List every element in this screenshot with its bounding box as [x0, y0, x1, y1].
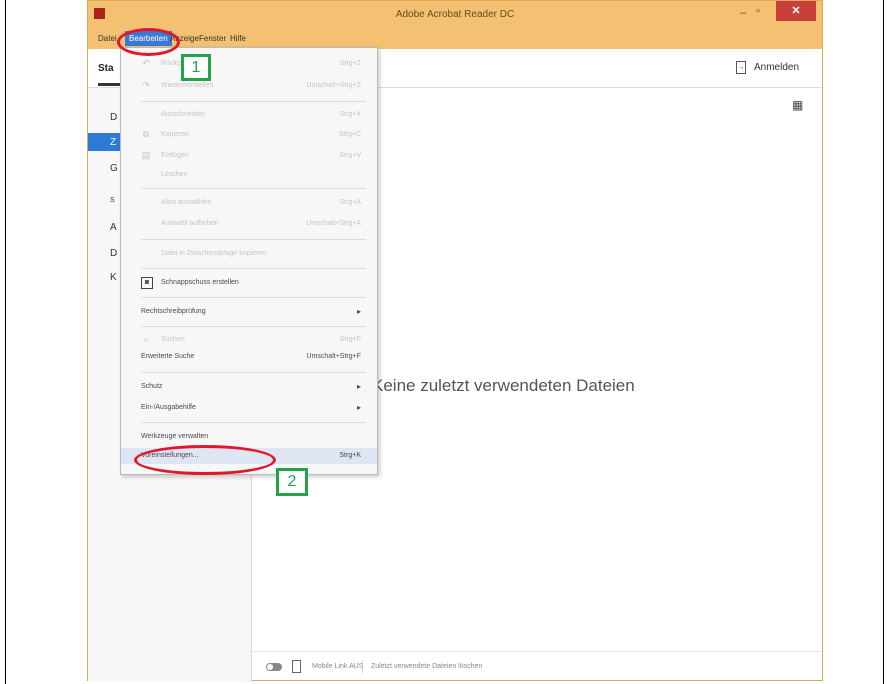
menu-item-label: Schutz: [141, 383, 163, 390]
bearbeiten-menu: ↶ Rückgängig Strg+Z ↷ Wiederherstellen U…: [120, 47, 378, 475]
menu-separator: [141, 326, 366, 327]
menu-item-shortcut: Strg+V: [339, 152, 361, 159]
menu-item-accessibility[interactable]: Ein-/Ausgabehilfe ▸: [121, 401, 377, 415]
paste-icon: ▤: [141, 150, 151, 160]
undo-icon: ↶: [142, 58, 150, 68]
menu-separator: [141, 422, 366, 423]
submenu-arrow-icon: ▸: [356, 403, 361, 412]
menu-hilfe[interactable]: Hilfe: [230, 34, 246, 43]
menu-item-label: Schnappschuss erstellen: [161, 279, 239, 286]
title-bar: Adobe Acrobat Reader DC – ▫ ✕: [88, 1, 822, 29]
menu-item-label: Suchen: [161, 336, 185, 343]
redo-icon: ↷: [142, 80, 150, 90]
frame-left-line: [5, 0, 6, 684]
menu-separator: [141, 372, 366, 373]
menu-item-search[interactable]: ⌕ Suchen Strg+F: [121, 333, 377, 347]
menu-item-label: Kopieren: [161, 131, 190, 138]
menu-item-deselect-all[interactable]: Auswahl aufheben Umschalt+Strg+A: [121, 217, 377, 231]
mobile-device-icon: [292, 660, 301, 673]
menu-item-advanced-search[interactable]: Erweiterte Suche Umschalt+Strg+F: [121, 350, 377, 364]
menu-item-label: Rechtschreibprüfung: [141, 308, 206, 315]
close-button[interactable]: ✕: [776, 1, 816, 21]
grid-view-icon[interactable]: ▦: [792, 98, 803, 112]
search-icon: ⌕: [143, 334, 149, 344]
bottom-bar: Mobile Link AUS Zuletzt verwendete Datei…: [252, 651, 822, 682]
menu-item-label: Datei in Zwischenablage kopieren: [161, 250, 267, 257]
menu-datei[interactable]: Datei: [98, 34, 117, 43]
menu-separator: [141, 297, 366, 298]
annotation-ring-preferences: [134, 445, 276, 475]
menu-item-undo[interactable]: ↶ Rückgängig Strg+Z: [121, 57, 377, 71]
menu-item-copy-clipboard[interactable]: Datei in Zwischenablage kopieren: [121, 247, 377, 261]
menu-item-shortcut: Strg+K: [339, 452, 361, 459]
menu-item-manage-tools[interactable]: Werkzeuge verwalten: [121, 430, 377, 444]
menu-item-cut[interactable]: Ausschneiden Strg+X: [121, 108, 377, 122]
menu-item-select-all[interactable]: Alles auswählen Strg+A: [121, 196, 377, 210]
sidebar-item: S: [110, 197, 115, 204]
sidebar-item[interactable]: D: [110, 248, 117, 259]
login-link[interactable]: Anmelden: [754, 62, 799, 73]
mobile-link-toggle[interactable]: [266, 663, 282, 671]
menu-item-label: Erweiterte Suche: [141, 353, 195, 360]
menu-item-shortcut: Strg+Z: [339, 60, 361, 67]
menu-item-delete[interactable]: Löschen: [121, 168, 377, 182]
menu-item-label: Löschen: [161, 171, 188, 178]
tab-start[interactable]: Sta: [98, 63, 114, 74]
login-icon[interactable]: →: [736, 61, 746, 74]
menu-item-shortcut: Strg+F: [339, 336, 361, 343]
menu-item-label: Auswahl aufheben: [161, 220, 219, 227]
submenu-arrow-icon: ▸: [356, 382, 361, 391]
sidebar-item[interactable]: K: [110, 272, 117, 283]
frame-right-line: [883, 0, 884, 684]
annotation-step-2: 2: [276, 468, 308, 496]
annotation-step-1: 1: [181, 54, 211, 81]
sidebar-item[interactable]: G: [110, 163, 118, 174]
menu-separator: [141, 101, 366, 102]
menu-item-protection[interactable]: Schutz ▸: [121, 380, 377, 394]
window-title: Adobe Acrobat Reader DC: [395, 9, 515, 20]
menu-item-paste[interactable]: ▤ Einfügen Strg+V: [121, 149, 377, 163]
menu-bar: Datei Bearbeiten Anzeige Fenster Hilfe: [88, 29, 822, 49]
menu-item-shortcut: Umschalt+Strg+A: [306, 220, 361, 227]
sidebar-item[interactable]: A: [110, 222, 117, 233]
menu-item-copy[interactable]: ⧉ Kopieren Strg+C: [121, 128, 377, 142]
submenu-arrow-icon: ▸: [356, 307, 361, 316]
menu-separator: [141, 188, 366, 189]
mobile-link-label: Mobile Link AUS: [312, 663, 364, 670]
menu-separator: [141, 239, 366, 240]
copy-icon: ⧉: [142, 129, 150, 139]
bottom-divider: [362, 661, 363, 673]
camera-icon: ◙: [141, 277, 153, 289]
minimize-button[interactable]: –: [740, 7, 746, 19]
menu-item-label: Werkzeuge verwalten: [141, 433, 209, 440]
menu-item-shortcut: Strg+A: [339, 199, 361, 206]
menu-item-shortcut: Strg+X: [339, 111, 361, 118]
empty-recent-message: Keine zuletzt verwendeten Dateien: [372, 376, 635, 395]
sidebar-item[interactable]: D: [110, 112, 117, 123]
menu-item-label: Wiederherstellen: [161, 82, 214, 89]
menu-item-label: Einfügen: [161, 152, 189, 159]
menu-item-shortcut: Strg+C: [339, 131, 361, 138]
menu-fenster[interactable]: Fenster: [199, 34, 226, 43]
menu-item-label: Alles auswählen: [161, 199, 212, 206]
maximize-button[interactable]: ▫: [756, 5, 760, 17]
menu-item-label: Ausschneiden: [161, 111, 205, 118]
menu-item-shortcut: Umschalt+Strg+Z: [306, 82, 361, 89]
menu-item-label: Ein-/Ausgabehilfe: [141, 404, 196, 411]
menu-item-spellcheck[interactable]: Rechtschreibprüfung ▸: [121, 305, 377, 319]
annotation-ring-bearbeiten: [117, 28, 180, 56]
clear-recent-link[interactable]: Zuletzt verwendete Dateien löschen: [371, 663, 482, 670]
menu-item-snapshot[interactable]: ◙ Schnappschuss erstellen: [121, 276, 377, 290]
sidebar-item[interactable]: Z: [110, 137, 116, 148]
menu-separator: [141, 268, 366, 269]
menu-item-shortcut: Umschalt+Strg+F: [306, 353, 361, 360]
menu-item-redo[interactable]: ↷ Wiederherstellen Umschalt+Strg+Z: [121, 79, 377, 93]
